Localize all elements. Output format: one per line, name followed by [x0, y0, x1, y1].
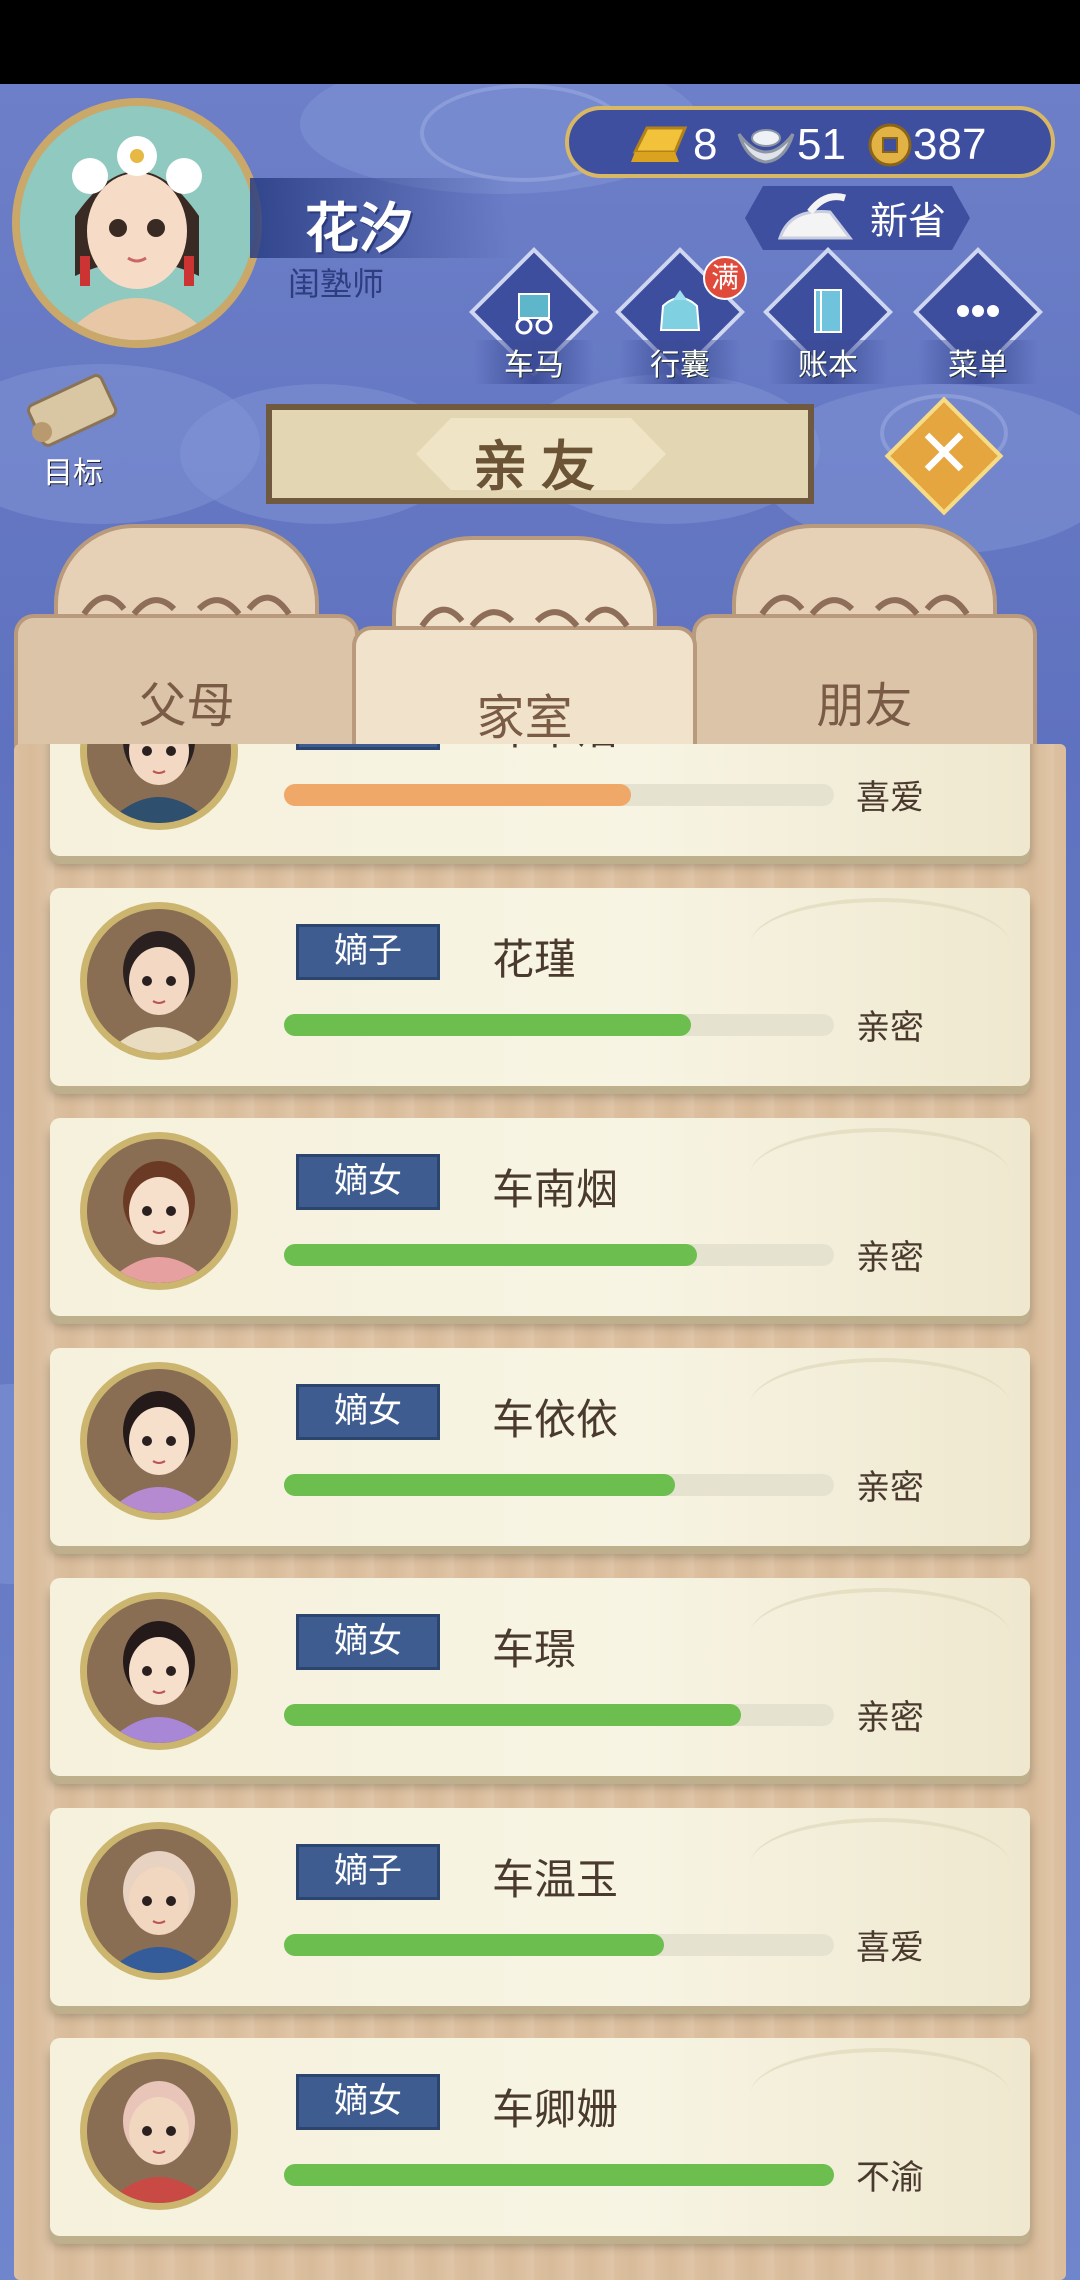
iron-icon — [777, 193, 854, 240]
tab-parents-label: 父母 — [138, 678, 235, 734]
affection-status: 亲密 — [856, 1698, 924, 1738]
save-label: 新省 — [870, 199, 947, 243]
affection-bar — [284, 1704, 834, 1726]
member-avatar — [80, 1592, 238, 1750]
affection-fill — [284, 1704, 741, 1726]
member-card[interactable]: 嫡女 车卿姗不渝 — [50, 2038, 1030, 2236]
member-avatar — [80, 1132, 238, 1290]
silver-count: 51 — [797, 120, 846, 169]
affection-fill — [284, 2164, 834, 2186]
scroll-icon — [27, 374, 118, 447]
menu-button[interactable]: 菜单 — [912, 246, 1044, 384]
member-name: 车璟 — [492, 1625, 577, 1674]
cloud-ornament — [750, 1588, 1010, 1682]
copper-coin-icon — [868, 123, 912, 167]
member-avatar — [80, 1362, 238, 1520]
affection-fill — [284, 1244, 697, 1266]
affection-bar — [284, 1474, 834, 1496]
affection-bar — [284, 1244, 834, 1266]
relation-tag: 丈夫 — [296, 744, 440, 750]
affection-fill — [284, 1474, 675, 1496]
goal-label: 目标 — [43, 456, 103, 491]
affection-status: 不渝 — [856, 2158, 924, 2198]
member-avatar — [80, 902, 238, 1060]
member-card[interactable]: 嫡女 车璟亲密 — [50, 1578, 1030, 1776]
ledger-label: 账本 — [768, 340, 888, 384]
member-name: 车温玉 — [492, 1855, 619, 1904]
player-avatar[interactable] — [12, 98, 262, 348]
cloud-ornament — [750, 1128, 1010, 1222]
close-icon: ✕ — [916, 415, 972, 492]
ledger-button[interactable]: 账本 — [762, 246, 894, 384]
tab-family[interactable]: 家室 — [352, 536, 697, 776]
affection-status: 喜爱 — [856, 778, 924, 818]
silver-ingot-icon — [737, 129, 795, 164]
member-card[interactable]: 嫡子 花瑾亲密 — [50, 888, 1030, 1086]
bag-full-badge: 满 — [703, 256, 747, 300]
menu-label: 菜单 — [918, 340, 1038, 384]
member-name: 车中浩 — [492, 744, 618, 757]
carriage-icon — [515, 293, 553, 335]
cloud-ornament — [750, 1358, 1010, 1452]
affection-fill — [284, 1934, 664, 1956]
cloud-swirl-ornament — [759, 594, 970, 616]
family-list[interactable]: 丈夫车中浩喜爱嫡子花瑾亲密嫡女车南烟亲密嫡女车依依亲密嫡女车璟亲密嫡子车温玉喜爱… — [14, 744, 1066, 2280]
member-avatar — [80, 1822, 238, 1980]
affection-status: 喜爱 — [856, 1928, 924, 1968]
tab-friends[interactable]: 朋友 — [692, 524, 1037, 764]
member-name: 车南烟 — [492, 1165, 619, 1214]
affection-bar — [284, 1014, 834, 1036]
player-name: 花汐 — [305, 196, 413, 260]
affection-fill — [284, 784, 631, 806]
member-name: 花瑾 — [492, 935, 577, 984]
affection-status: 亲密 — [856, 1238, 924, 1278]
affection-bar — [284, 784, 834, 806]
member-name: 车卿姗 — [492, 2085, 619, 2134]
coin-count: 387 — [913, 120, 987, 169]
relation-tag: 嫡女 — [296, 1614, 440, 1670]
member-card[interactable]: 嫡女 车南烟亲密 — [50, 1118, 1030, 1316]
tab-family-label: 家室 — [476, 690, 573, 746]
status-bar — [0, 0, 1080, 84]
affection-status: 亲密 — [856, 1008, 924, 1048]
cloud-ornament — [750, 2048, 1010, 2142]
affection-status: 亲密 — [856, 1468, 924, 1508]
tab-parents[interactable]: 父母 — [14, 524, 359, 764]
menu-dots-icon — [957, 305, 999, 317]
carriage-button[interactable]: 车马 — [468, 246, 600, 384]
panel-title: 亲友 — [473, 434, 609, 498]
cloud-swirl-ornament — [81, 594, 292, 616]
bag-label: 行囊 — [620, 340, 740, 384]
tab-friends-label: 朋友 — [816, 678, 913, 734]
relation-tag: 嫡子 — [296, 1844, 440, 1900]
player-title: 闺塾师 — [288, 265, 385, 303]
member-avatar — [80, 744, 238, 830]
affection-bar — [284, 1934, 834, 1956]
cloud-swirl-ornament — [419, 606, 630, 628]
relation-tag: 嫡女 — [296, 1384, 440, 1440]
member-name: 车依依 — [492, 1395, 619, 1444]
gold-count: 8 — [693, 120, 718, 169]
relation-tag: 嫡子 — [296, 924, 440, 980]
bag-icon — [659, 290, 701, 331]
gold-ingot-icon — [631, 126, 688, 162]
relation-tag: 嫡女 — [296, 2074, 440, 2130]
currency-bar: 8 51 387 — [565, 106, 1055, 178]
relation-tag: 嫡女 — [296, 1154, 440, 1210]
affection-fill — [284, 1014, 691, 1036]
member-card[interactable]: 嫡子 车温玉喜爱 — [50, 1808, 1030, 2006]
member-card[interactable]: 丈夫 车中浩喜爱 — [50, 744, 1030, 856]
cloud-ornament — [750, 744, 1010, 762]
cloud-ornament — [750, 1818, 1010, 1912]
cloud-ornament — [750, 898, 1010, 992]
affection-bar — [284, 2164, 834, 2186]
member-card[interactable]: 嫡女 车依依亲密 — [50, 1348, 1030, 1546]
goal-button[interactable]: 目标 — [18, 370, 128, 491]
carriage-label: 车马 — [474, 340, 594, 384]
game-screen: 花汐 闺塾师 8 51 387 新省 车马 行囊 满 账本 菜单 目标 亲友 ✕… — [0, 84, 1080, 2280]
member-avatar — [80, 2052, 238, 2210]
ledger-icon — [814, 289, 842, 333]
